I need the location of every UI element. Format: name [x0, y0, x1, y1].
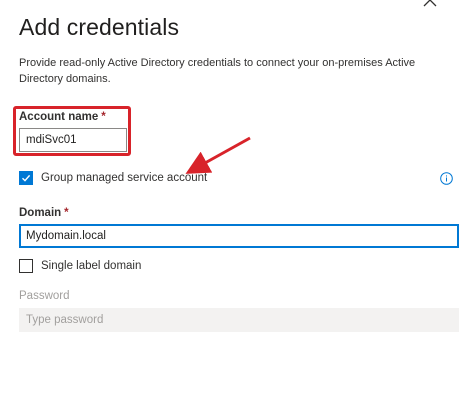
domain-label-text: Domain: [19, 207, 62, 219]
account-name-label: Account name *: [19, 111, 106, 123]
checkmark-icon: [22, 174, 31, 182]
gmsa-checkbox-label: Group managed service account: [41, 172, 208, 184]
single-label-checkbox-label: Single label domain: [41, 260, 142, 272]
required-marker: *: [64, 207, 69, 219]
single-label-checkbox-row[interactable]: Single label domain: [19, 259, 141, 273]
dialog-description: Provide read-only Active Directory crede…: [19, 57, 416, 85]
gmsa-checkbox-row[interactable]: Group managed service account: [19, 171, 207, 185]
password-input[interactable]: [19, 308, 459, 332]
domain-input[interactable]: [19, 224, 459, 248]
account-name-label-text: Account name: [19, 111, 99, 123]
info-icon[interactable]: [440, 172, 453, 190]
dialog-title: Add credentials: [19, 14, 180, 40]
close-icon[interactable]: [422, 0, 438, 8]
gmsa-checkbox[interactable]: [19, 171, 33, 185]
single-label-checkbox[interactable]: [19, 259, 33, 273]
domain-label: Domain *: [19, 207, 69, 219]
password-label: Password: [19, 290, 70, 302]
required-marker: *: [101, 111, 106, 123]
account-name-input[interactable]: [19, 128, 127, 152]
